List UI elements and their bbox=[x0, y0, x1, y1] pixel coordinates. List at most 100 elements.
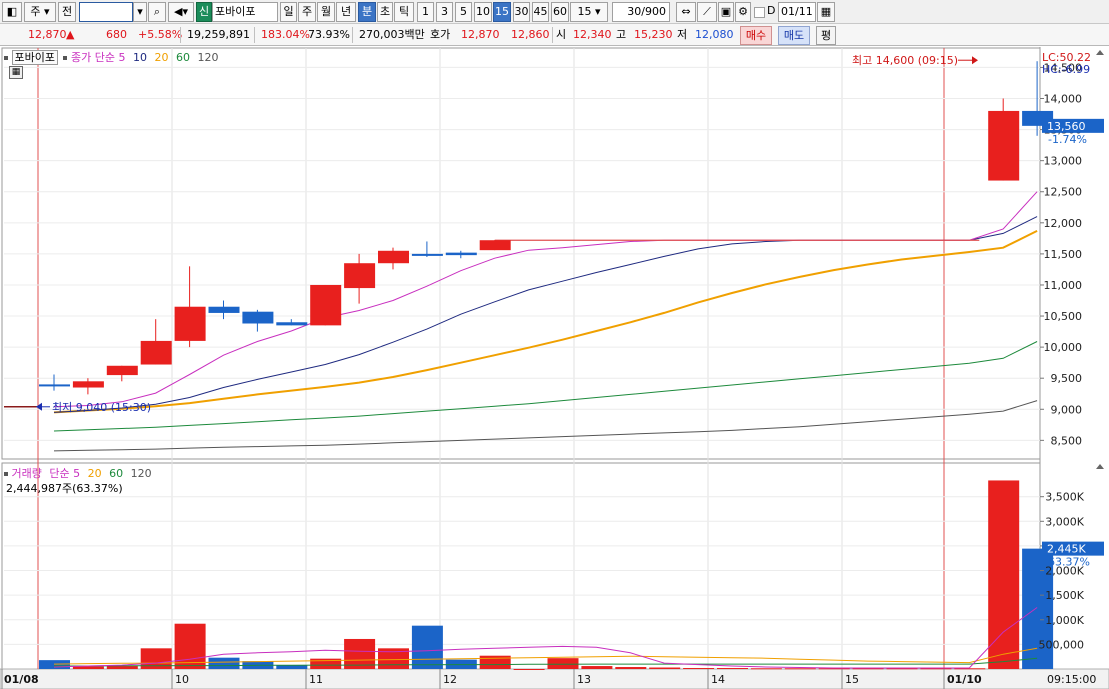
volume-tick-label: 3,000K bbox=[1045, 515, 1084, 528]
ma20-label: 20 bbox=[154, 51, 169, 64]
volume-bar bbox=[784, 668, 816, 670]
candle-body bbox=[310, 284, 342, 326]
x-tick-label: 14 bbox=[711, 673, 725, 686]
chart-canvas[interactable]: 14,50014,00013,50013,00012,50012,00011,5… bbox=[0, 47, 1109, 689]
timeframe-button[interactable]: 분 bbox=[358, 2, 376, 22]
interval-select-value: 15 bbox=[577, 5, 592, 18]
search-icon[interactable]: ⌕ bbox=[148, 2, 166, 22]
candle-body bbox=[988, 110, 1020, 181]
range-icon[interactable]: ⇔ bbox=[676, 2, 696, 22]
volume: 19,259,891 bbox=[187, 28, 250, 41]
ask-label: 호가 bbox=[430, 28, 451, 41]
price-ma-label: 종가 단순 bbox=[70, 51, 115, 64]
chart-area[interactable]: 14,50014,00013,50013,00012,50012,00011,5… bbox=[0, 47, 1109, 689]
volume-bar bbox=[547, 658, 579, 669]
candle-body bbox=[411, 253, 443, 256]
x-tick-label: 10 bbox=[175, 673, 189, 686]
turnover-rate: 73.93% bbox=[308, 28, 350, 41]
timeframe-button[interactable]: 주 bbox=[298, 2, 316, 22]
timeframe-button[interactable]: 월 bbox=[317, 2, 335, 22]
layout-icon[interactable]: ◧ bbox=[2, 2, 22, 22]
buy-button[interactable]: 매수 bbox=[740, 26, 772, 45]
change-percent: +5.58% bbox=[138, 28, 183, 41]
vol-ma120-label: 120 bbox=[130, 467, 152, 480]
panel-handle-icon[interactable] bbox=[4, 472, 8, 476]
volume-bar bbox=[581, 666, 613, 669]
volume-bar bbox=[750, 668, 782, 670]
price-change: 680 bbox=[106, 28, 127, 41]
calendar-icon[interactable]: ▦ bbox=[817, 2, 835, 22]
interval-select[interactable]: 15 ▾ bbox=[570, 2, 608, 22]
low-annotation: 최저 9,040 (15:30) bbox=[52, 401, 151, 414]
timeframe-button[interactable]: 틱 bbox=[394, 2, 414, 22]
code-dropdown-icon[interactable]: ▾ bbox=[133, 2, 147, 22]
vol-ma5-label: 5 bbox=[73, 467, 81, 480]
interval-button[interactable]: 10 bbox=[474, 2, 492, 22]
panel-handle-icon[interactable] bbox=[63, 56, 68, 60]
sell-button[interactable]: 매도 bbox=[778, 26, 810, 45]
current-price: 12,870 bbox=[28, 28, 67, 41]
period-select-value: 주 bbox=[30, 5, 41, 18]
date-field[interactable]: 01/11 bbox=[778, 2, 816, 22]
timeframe-button[interactable]: 일 bbox=[280, 2, 297, 22]
candle-body bbox=[106, 365, 138, 376]
d-checkbox-label: D bbox=[767, 4, 776, 17]
timeframe-button[interactable]: 초 bbox=[377, 2, 393, 22]
stock-code-input[interactable]: 389140 bbox=[79, 2, 133, 22]
candle-body bbox=[378, 250, 409, 264]
price-tick-label: 8,500 bbox=[1051, 434, 1083, 447]
timeframe-button[interactable]: 년 bbox=[336, 2, 356, 22]
high-label: 고 bbox=[616, 28, 627, 41]
up-arrow-icon: ▲ bbox=[66, 28, 75, 41]
d-checkbox[interactable] bbox=[754, 7, 765, 18]
price-tick-label: 12,000 bbox=[1044, 217, 1083, 230]
price-tick-label: 9,000 bbox=[1051, 403, 1083, 416]
stock-name-field[interactable]: 포바이포 bbox=[212, 2, 278, 22]
candle-body bbox=[344, 263, 376, 289]
interval-button[interactable]: 60 bbox=[551, 2, 569, 22]
quote-bar: 12,870 ▲ 680 +5.58% 19,259,891 183.04% 7… bbox=[0, 24, 1109, 46]
trade-value: 270,003백만 bbox=[359, 28, 425, 41]
grid-toggle-icon[interactable]: ▦ bbox=[9, 66, 23, 79]
volume-bar bbox=[683, 668, 715, 670]
speaker-icon[interactable]: ◀▾ bbox=[168, 2, 194, 22]
price-tick-label: 14,000 bbox=[1044, 93, 1083, 106]
interval-button[interactable]: 15 bbox=[493, 2, 511, 22]
price-tick-label: 10,500 bbox=[1044, 310, 1083, 323]
ma5-label: 5 bbox=[118, 51, 126, 64]
volume-ma-label: 단순 bbox=[49, 467, 70, 480]
save-icon[interactable]: ▣ bbox=[718, 2, 734, 22]
hc-label: HC:-6.99 bbox=[1042, 63, 1090, 76]
x-tick-label: 12 bbox=[443, 673, 457, 686]
volume-bar bbox=[988, 480, 1020, 669]
interval-button[interactable]: 1 bbox=[417, 2, 434, 22]
volume-bar bbox=[411, 625, 443, 669]
candle-body bbox=[39, 384, 70, 387]
period-select[interactable]: 주 ▾ bbox=[24, 2, 56, 22]
count-field[interactable]: 30/900 bbox=[612, 2, 670, 22]
current-volume-label: 2,445K bbox=[1047, 543, 1086, 556]
high-annotation: 최고 14,600 (09:15) bbox=[852, 54, 958, 67]
interval-button[interactable]: 45 bbox=[532, 2, 549, 22]
gear-icon[interactable]: ⚙ bbox=[735, 2, 751, 22]
price-tick-label: 13,000 bbox=[1044, 155, 1083, 168]
interval-button[interactable]: 5 bbox=[455, 2, 472, 22]
volume-legend: 거래량 단순 5 20 60 120 bbox=[4, 465, 152, 481]
candle-body bbox=[72, 381, 104, 388]
vol-ma60-label: 60 bbox=[109, 467, 124, 480]
panel-handle-icon[interactable] bbox=[4, 56, 8, 60]
interval-button[interactable]: 3 bbox=[436, 2, 453, 22]
candle-body bbox=[208, 306, 240, 313]
chart-type-icon[interactable]: ⟋ bbox=[697, 2, 717, 22]
interval-button[interactable]: 30 bbox=[513, 2, 530, 22]
price-tick-label: 9,500 bbox=[1051, 372, 1083, 385]
prev-button[interactable]: 전 bbox=[58, 2, 76, 22]
low-label: 저 bbox=[677, 28, 688, 41]
volume-title: 거래량 bbox=[11, 467, 42, 480]
x-tick-label: 11 bbox=[309, 673, 323, 686]
top-toolbar: ◧ 주 ▾ 전 389140 ▾ ⌕ ◀▾ 신 포바이포 15 ▾ 30/900… bbox=[0, 0, 1109, 24]
balance-button[interactable]: 평 bbox=[816, 26, 836, 45]
stock-tag[interactable]: 포바이포 bbox=[11, 50, 58, 65]
volume-ratio: 183.04% bbox=[261, 28, 310, 41]
volume-tick-label: 500,000 bbox=[1039, 638, 1085, 651]
